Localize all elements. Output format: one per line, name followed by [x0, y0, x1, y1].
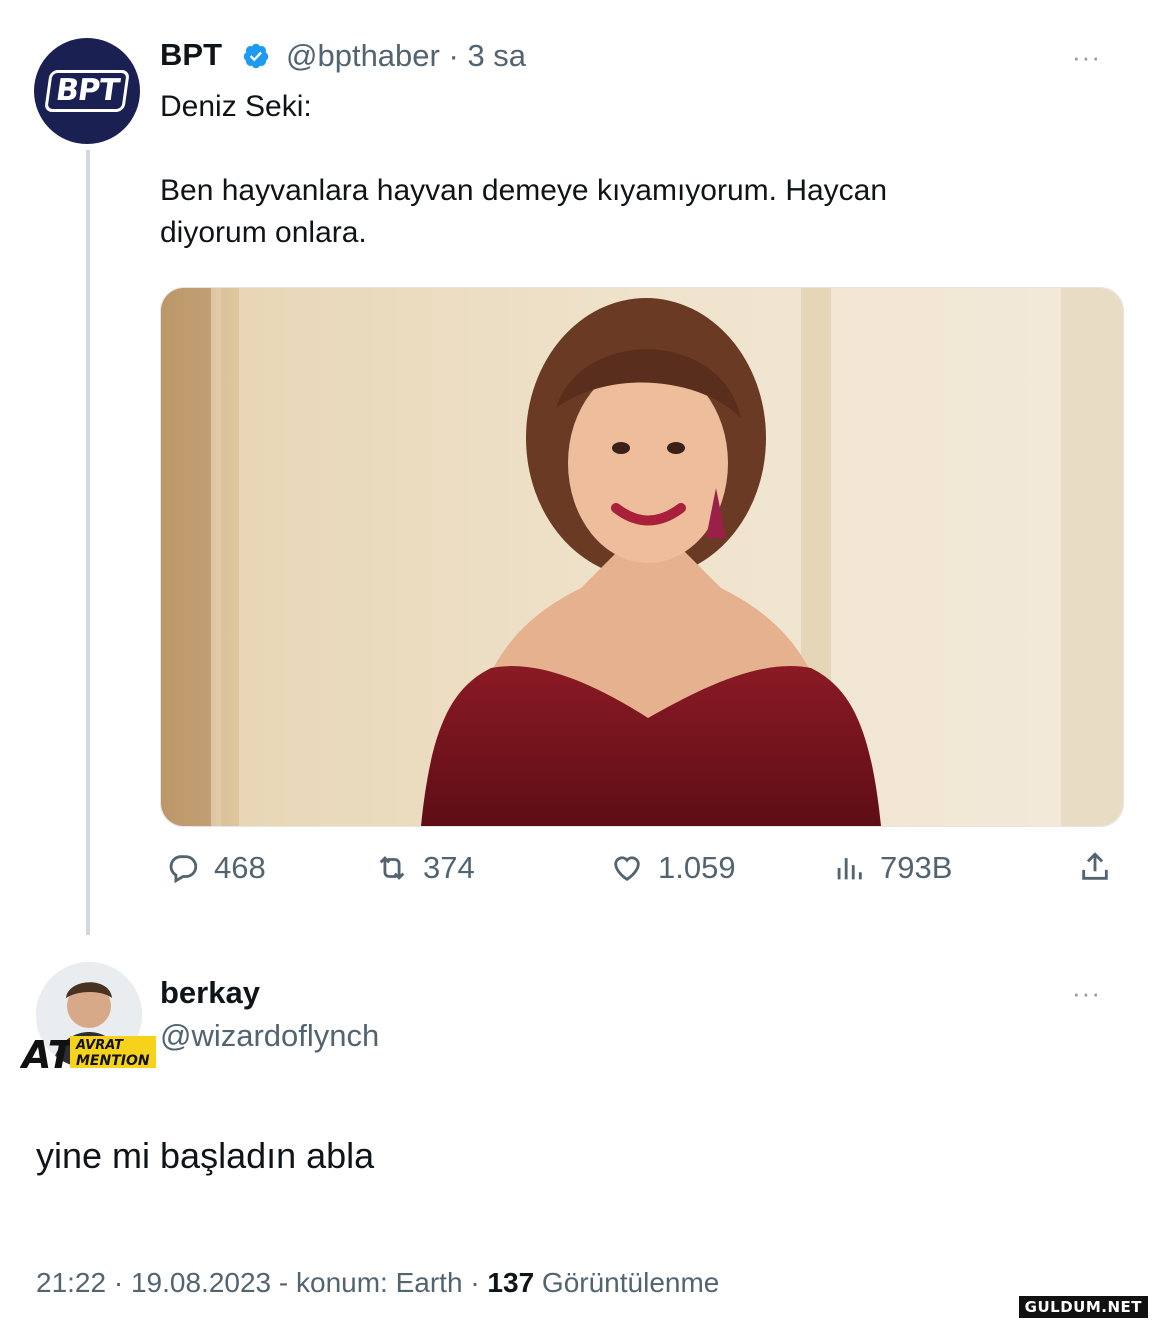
reply-meta: 21:22 · 19.08.2023 - konum: Earth · 137 …	[36, 1267, 720, 1298]
reply-more-options-icon[interactable]: ···	[1072, 978, 1101, 1009]
heart-icon	[614, 856, 640, 882]
tweet-photo[interactable]	[160, 287, 1124, 827]
like-button[interactable]: 1.059	[610, 850, 736, 886]
reply-author-name[interactable]: berkay	[160, 975, 260, 1011]
tweet-actions: 468 374 1.059 793B	[160, 850, 1122, 894]
badge-top-text: AVRAT	[75, 1038, 124, 1053]
views-bar-chart-icon	[837, 858, 862, 880]
reply-icon	[169, 855, 198, 884]
reply-views-count: 137	[487, 1267, 535, 1298]
thread-line	[86, 150, 90, 935]
tweet-text: Deniz Seki: Ben hayvanlara hayvan demeye…	[160, 90, 888, 249]
share-button[interactable]	[1078, 850, 1112, 884]
verified-badge-icon	[243, 43, 269, 69]
avrat-mention-badge: AT AVRAT MENTION	[20, 1033, 156, 1072]
reply-handle[interactable]: @wizardoflynch	[160, 1018, 379, 1054]
tweet-time: 3 sa	[467, 38, 527, 73]
watermark: GULDUM.NET	[1018, 1296, 1148, 1318]
retweet-icon	[379, 856, 405, 880]
more-options-icon[interactable]: ···	[1072, 42, 1101, 73]
reply-count: 468	[214, 850, 266, 885]
badge-bottom-text: MENTION	[76, 1053, 150, 1069]
tweet-handle-time[interactable]: @bpthaber · 3 sa	[286, 38, 526, 74]
separator: ·	[448, 38, 459, 73]
retweet-button[interactable]: 374	[375, 850, 475, 886]
reply-time[interactable]: 21:22	[36, 1267, 106, 1298]
photo-woman-red-dress	[161, 288, 1123, 826]
views-count: 793B	[880, 850, 953, 885]
like-count: 1.059	[658, 850, 736, 885]
reply-date[interactable]: 19.08.2023	[131, 1267, 271, 1298]
bpt-logo: BPT	[43, 70, 131, 112]
retweet-count: 374	[423, 850, 475, 885]
reply-button[interactable]: 468	[166, 850, 266, 886]
badge-letters: AT	[20, 1033, 77, 1072]
share-icon	[1082, 852, 1108, 880]
tweet-handle: @bpthaber	[286, 38, 440, 73]
bpt-avatar[interactable]: BPT	[34, 38, 140, 144]
reply-text: yine mi başladın abla	[36, 1135, 375, 1176]
reply-views-label: Görüntülenme	[541, 1267, 720, 1298]
views-button[interactable]: 793B	[832, 850, 952, 886]
reply-location: konum: Earth	[296, 1267, 463, 1298]
tweet-author-name[interactable]: BPT	[160, 37, 222, 73]
